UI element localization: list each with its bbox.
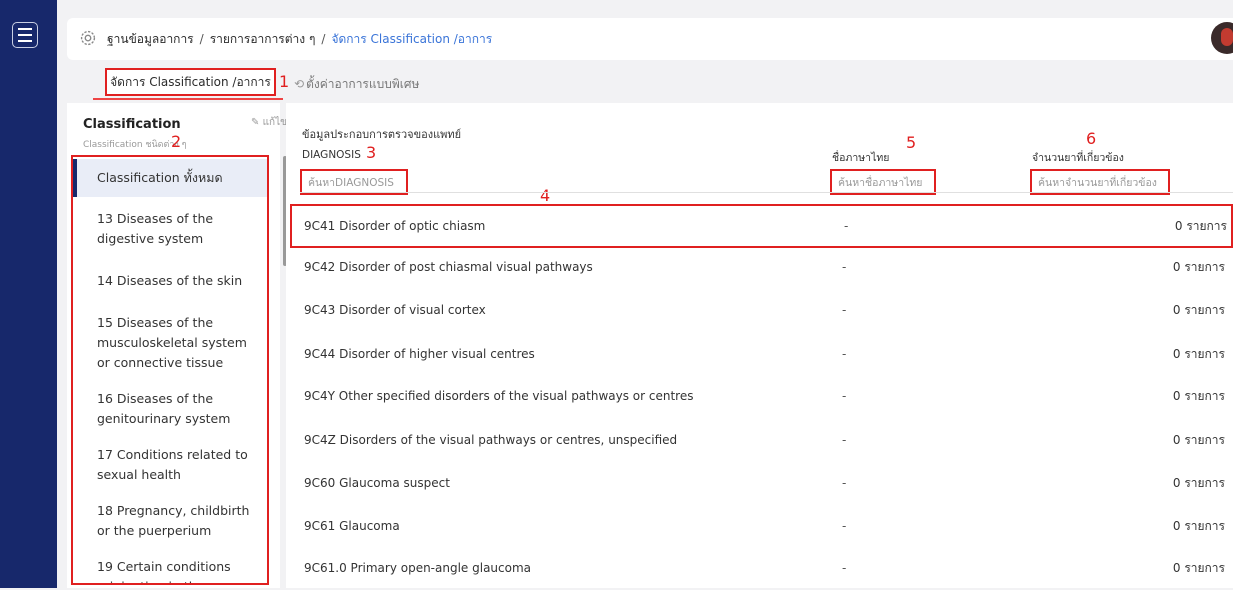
- breadcrumb-item[interactable]: รายการอาการต่าง ๆ: [210, 32, 316, 46]
- list-item[interactable]: Classification ทั้งหมด: [73, 159, 267, 197]
- annotation-number: 1: [279, 72, 290, 91]
- table-row[interactable]: 9C4Y Other specified disorders of the vi…: [286, 374, 1233, 418]
- edit-button[interactable]: ✎ แก้ไข: [251, 115, 287, 130]
- drug-count-cell: 0 รายการ: [1172, 389, 1225, 403]
- diagnosis-cell: 9C4Y Other specified disorders of the vi…: [304, 389, 694, 403]
- drug-count-cell: 0 รายการ: [1172, 433, 1225, 447]
- diagnosis-cell: 9C4Z Disorders of the visual pathways or…: [304, 433, 678, 447]
- list-item[interactable]: 13 Diseases of the digestive system: [73, 209, 267, 249]
- diagnosis-cell: 9C43 Disorder of visual cortex: [304, 303, 486, 317]
- drug-count-cell: 0 รายการ: [1174, 219, 1227, 233]
- diagnosis-cell: 9C60 Glaucoma suspect: [304, 476, 450, 490]
- drug-count-cell: 0 รายการ: [1172, 303, 1225, 317]
- tab-bar: จัดการ Classification /อาการ 1 ⟲ ตั้งค่าอ…: [67, 66, 1233, 100]
- avatar[interactable]: [1211, 22, 1233, 54]
- tab-special-settings[interactable]: ⟲ ตั้งค่าอาการแบบพิเศษ: [294, 75, 419, 94]
- list-item[interactable]: 16 Diseases of the genitourinary system: [73, 389, 267, 429]
- list-item[interactable]: 14 Diseases of the skin: [73, 271, 267, 291]
- annotation-number: 4: [540, 186, 551, 205]
- table-row[interactable]: 9C41 Disorder of optic chiasm - 0 รายการ: [290, 204, 1233, 248]
- classification-sidebar: Classification Classification ชนิดต่าง ๆ…: [67, 103, 287, 588]
- table-row[interactable]: 9C42 Disorder of post chiasmal visual pa…: [286, 245, 1233, 289]
- table-row[interactable]: 9C61 Glaucoma - 0 รายการ: [286, 504, 1233, 548]
- column-header-thai-name: ชื่อภาษาไทย: [832, 152, 890, 164]
- diagnosis-panel: ข้อมูลประกอบการตรวจของแพทย์ DIAGNOSIS 3 …: [286, 103, 1233, 588]
- thai-name-cell: -: [842, 303, 847, 317]
- drug-count-cell: 0 รายการ: [1172, 561, 1225, 575]
- drug-count-cell: 0 รายการ: [1172, 260, 1225, 274]
- diagnosis-cell: 9C41 Disorder of optic chiasm: [304, 219, 486, 233]
- breadcrumb-current: จัดการ Classification /อาการ: [331, 32, 493, 46]
- tab-manage-classification[interactable]: จัดการ Classification /อาการ: [105, 68, 276, 96]
- drug-count-cell: 0 รายการ: [1172, 519, 1225, 533]
- drug-count-cell: 0 รายการ: [1172, 347, 1225, 361]
- thai-name-cell: -: [842, 561, 847, 575]
- diagnosis-cell: 9C42 Disorder of post chiasmal visual pa…: [304, 260, 593, 274]
- annotation-number: 5: [906, 133, 917, 152]
- thai-name-cell: -: [842, 260, 847, 274]
- active-tab-indicator: [93, 98, 283, 100]
- hamburger-menu-icon[interactable]: [12, 22, 38, 48]
- top-bar: ฐานข้อมูลอาการ / รายการอาการต่าง ๆ / จัดการ …: [67, 18, 1233, 60]
- edit-label: แก้ไข: [262, 117, 287, 128]
- thai-name-cell: -: [842, 519, 847, 533]
- thai-name-cell: -: [844, 219, 849, 233]
- table-row[interactable]: 9C61.0 Primary open-angle glaucoma - 0 ร…: [286, 546, 1233, 590]
- table-row[interactable]: 9C60 Glaucoma suspect - 0 รายการ: [286, 461, 1233, 505]
- thai-name-cell: -: [842, 389, 847, 403]
- drug-count-cell: 0 รายการ: [1172, 476, 1225, 490]
- tab-label: ตั้งค่าอาการแบบพิเศษ: [306, 77, 420, 91]
- list-item[interactable]: 15 Diseases of the musculoskeletal syste…: [73, 313, 267, 373]
- annotation-number: 2: [171, 132, 182, 151]
- table-row[interactable]: 9C4Z Disorders of the visual pathways or…: [286, 418, 1233, 462]
- table-row[interactable]: 9C43 Disorder of visual cortex - 0 รายกา…: [286, 288, 1233, 332]
- list-item[interactable]: 18 Pregnancy, childbirth or the puerperi…: [73, 501, 267, 541]
- diagnosis-cell: 9C61.0 Primary open-angle glaucoma: [304, 561, 532, 575]
- pencil-icon: ✎: [251, 117, 260, 128]
- list-item[interactable]: 17 Conditions related to sexual health: [73, 445, 267, 485]
- annotation-number: 3: [366, 143, 377, 162]
- diagnosis-cell: 9C44 Disorder of higher visual centres: [304, 347, 535, 361]
- side-rail: [0, 0, 57, 588]
- list-item[interactable]: 19 Certain conditions originating in the…: [73, 557, 267, 583]
- classification-list: Classification ทั้งหมด 13 Diseases of th…: [71, 155, 269, 585]
- tune-icon: ⟲: [294, 77, 305, 91]
- sidebar-title: Classification: [83, 117, 181, 132]
- gear-icon: [80, 30, 96, 46]
- thai-name-cell: -: [842, 476, 847, 490]
- thai-name-cell: -: [842, 433, 847, 447]
- column-header-diagnosis: DIAGNOSIS: [302, 149, 361, 161]
- diagnosis-cell: 9C61 Glaucoma: [304, 519, 400, 533]
- breadcrumb: ฐานข้อมูลอาการ / รายการอาการต่าง ๆ / จัดการ …: [107, 32, 493, 46]
- annotation-number: 6: [1086, 129, 1097, 148]
- thai-name-cell: -: [842, 347, 847, 361]
- breadcrumb-item[interactable]: ฐานข้อมูลอาการ: [107, 32, 194, 46]
- column-header-related-drugs: จำนวนยาที่เกี่ยวข้อง: [1032, 152, 1124, 164]
- divider: [300, 192, 1233, 193]
- table-row[interactable]: 9C44 Disorder of higher visual centres -…: [286, 332, 1233, 376]
- panel-title: ข้อมูลประกอบการตรวจของแพทย์: [302, 128, 462, 141]
